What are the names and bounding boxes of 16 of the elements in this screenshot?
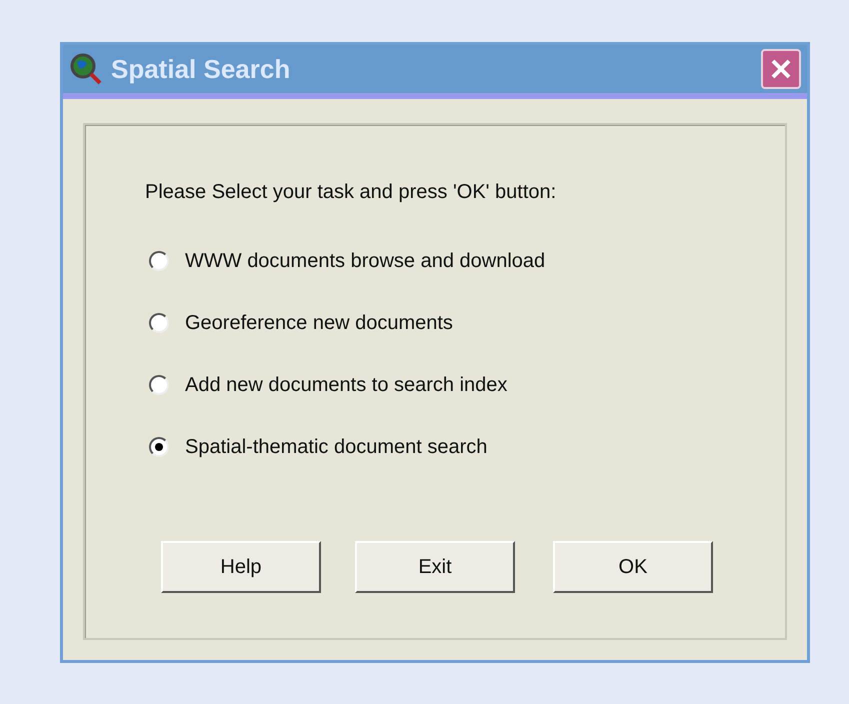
instruction-text: Please Select your task and press 'OK' button:: [145, 180, 558, 205]
option-label[interactable]: Georeference new documents: [185, 308, 453, 338]
dialog-button[interactable]: OK: [553, 541, 713, 593]
dialog-button[interactable]: Help: [161, 541, 321, 593]
radio-button[interactable]: [149, 375, 169, 395]
option-label[interactable]: Spatial-thematic document search: [185, 432, 488, 462]
dialog-button[interactable]: Exit: [355, 541, 515, 593]
option-label[interactable]: Add new documents to search index: [185, 370, 508, 400]
radio-button[interactable]: [149, 251, 169, 271]
window-title: Spatial Search: [111, 52, 290, 86]
radio-button[interactable]: [149, 313, 169, 333]
option-label[interactable]: WWW documents browse and download: [185, 246, 546, 276]
globe-magnifier-icon: [69, 52, 103, 86]
close-button[interactable]: [761, 49, 801, 89]
radio-button[interactable]: [149, 437, 169, 457]
close-icon: [770, 58, 792, 80]
